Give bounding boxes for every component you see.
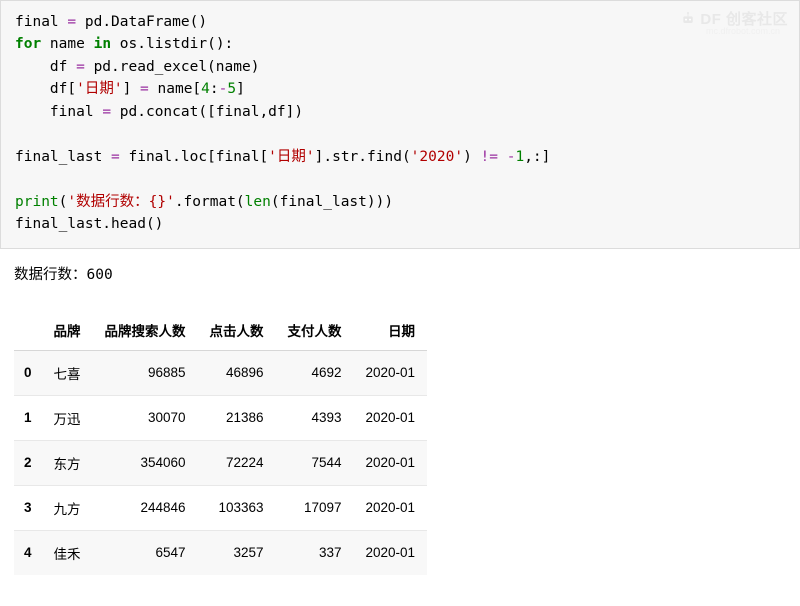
cell-pay: 337 — [276, 530, 354, 575]
cell-brand: 东方 — [42, 440, 93, 485]
cell-pay: 17097 — [276, 485, 354, 530]
code-token: (final_last))) — [271, 194, 393, 210]
code-token: df — [15, 59, 76, 75]
code-token: name — [41, 36, 93, 52]
code-token: df[ — [15, 81, 76, 97]
cell-click: 72224 — [198, 440, 276, 485]
code-string: '数据行数：{}' — [67, 194, 174, 210]
code-token: final — [15, 14, 67, 30]
cell-date: 2020-01 — [354, 530, 428, 575]
table-row: 4 佳禾 6547 3257 337 2020-01 — [14, 530, 427, 575]
code-token: final — [15, 104, 102, 120]
code-string: '2020' — [411, 149, 463, 165]
col-header-pay: 支付人数 — [276, 310, 354, 351]
cell-click: 103363 — [198, 485, 276, 530]
code-token: .format( — [175, 194, 245, 210]
col-header-date: 日期 — [354, 310, 428, 351]
code-number: 1 — [515, 149, 524, 165]
code-token: final.loc[final[ — [120, 149, 268, 165]
cell-brand: 佳禾 — [42, 530, 93, 575]
code-token: pd.concat([final,df]) — [111, 104, 303, 120]
col-header-click: 点击人数 — [198, 310, 276, 351]
code-token: ] — [236, 81, 245, 97]
cell-pay: 4692 — [276, 350, 354, 395]
cell-date: 2020-01 — [354, 350, 428, 395]
col-header-search: 品牌搜索人数 — [93, 310, 198, 351]
code-operator: = — [140, 81, 149, 97]
table-row: 1 万迅 30070 21386 4393 2020-01 — [14, 395, 427, 440]
cell-brand: 九方 — [42, 485, 93, 530]
dataframe-output: 品牌 品牌搜索人数 点击人数 支付人数 日期 0 七喜 96885 46896 … — [0, 292, 800, 595]
cell-date: 2020-01 — [354, 440, 428, 485]
cell-date: 2020-01 — [354, 395, 428, 440]
cell-brand: 七喜 — [42, 350, 93, 395]
row-index: 3 — [14, 485, 42, 530]
cell-click: 46896 — [198, 350, 276, 395]
code-token: ].str.find( — [315, 149, 411, 165]
cell-search: 6547 — [93, 530, 198, 575]
code-token: pd.read_excel(name) — [85, 59, 260, 75]
code-token: final_last — [15, 149, 111, 165]
code-token: name[ — [149, 81, 201, 97]
stdout-output: 数据行数：600 — [0, 249, 800, 292]
robot-icon — [680, 11, 696, 27]
cell-date: 2020-01 — [354, 485, 428, 530]
dataframe-table: 品牌 品牌搜索人数 点击人数 支付人数 日期 0 七喜 96885 46896 … — [14, 310, 427, 575]
cell-pay: 7544 — [276, 440, 354, 485]
code-input-cell: final = pd.DataFrame() for name in os.li… — [0, 0, 800, 249]
code-operator: = — [102, 104, 111, 120]
watermark-url: mc.dfrobot.com.cn — [706, 26, 780, 36]
code-token: : — [210, 81, 219, 97]
row-index: 4 — [14, 530, 42, 575]
code-operator: = — [111, 149, 120, 165]
code-operator: = — [76, 59, 85, 75]
code-token: ) — [463, 149, 480, 165]
code-token — [498, 149, 507, 165]
cell-brand: 万迅 — [42, 395, 93, 440]
cell-click: 3257 — [198, 530, 276, 575]
row-index: 1 — [14, 395, 42, 440]
code-keyword: for — [15, 36, 41, 52]
code-operator: = — [67, 14, 76, 30]
code-token: ,:] — [524, 149, 550, 165]
table-header: 品牌 品牌搜索人数 点击人数 支付人数 日期 — [14, 310, 427, 351]
code-keyword: in — [94, 36, 111, 52]
code-number: 4 — [201, 81, 210, 97]
code-string: '日期' — [268, 149, 314, 165]
code-builtin: len — [245, 194, 271, 210]
cell-search: 30070 — [93, 395, 198, 440]
code-token: final_last.head() — [15, 216, 163, 232]
cell-search: 96885 — [93, 350, 198, 395]
code-token: os.listdir(): — [111, 36, 233, 52]
cell-click: 21386 — [198, 395, 276, 440]
table-body: 0 七喜 96885 46896 4692 2020-01 1 万迅 30070… — [14, 350, 427, 575]
code-token: pd.DataFrame() — [76, 14, 207, 30]
index-header — [14, 310, 42, 351]
table-row: 0 七喜 96885 46896 4692 2020-01 — [14, 350, 427, 395]
cell-search: 354060 — [93, 440, 198, 485]
code-operator: != — [481, 149, 498, 165]
table-row: 2 东方 354060 72224 7544 2020-01 — [14, 440, 427, 485]
code-number: 5 — [227, 81, 236, 97]
row-index: 2 — [14, 440, 42, 485]
code-token: ] — [123, 81, 140, 97]
code-builtin: print — [15, 194, 59, 210]
cell-pay: 4393 — [276, 395, 354, 440]
code-string: '日期' — [76, 81, 122, 97]
cell-search: 244846 — [93, 485, 198, 530]
row-index: 0 — [14, 350, 42, 395]
col-header-brand: 品牌 — [42, 310, 93, 351]
table-row: 3 九方 244846 103363 17097 2020-01 — [14, 485, 427, 530]
